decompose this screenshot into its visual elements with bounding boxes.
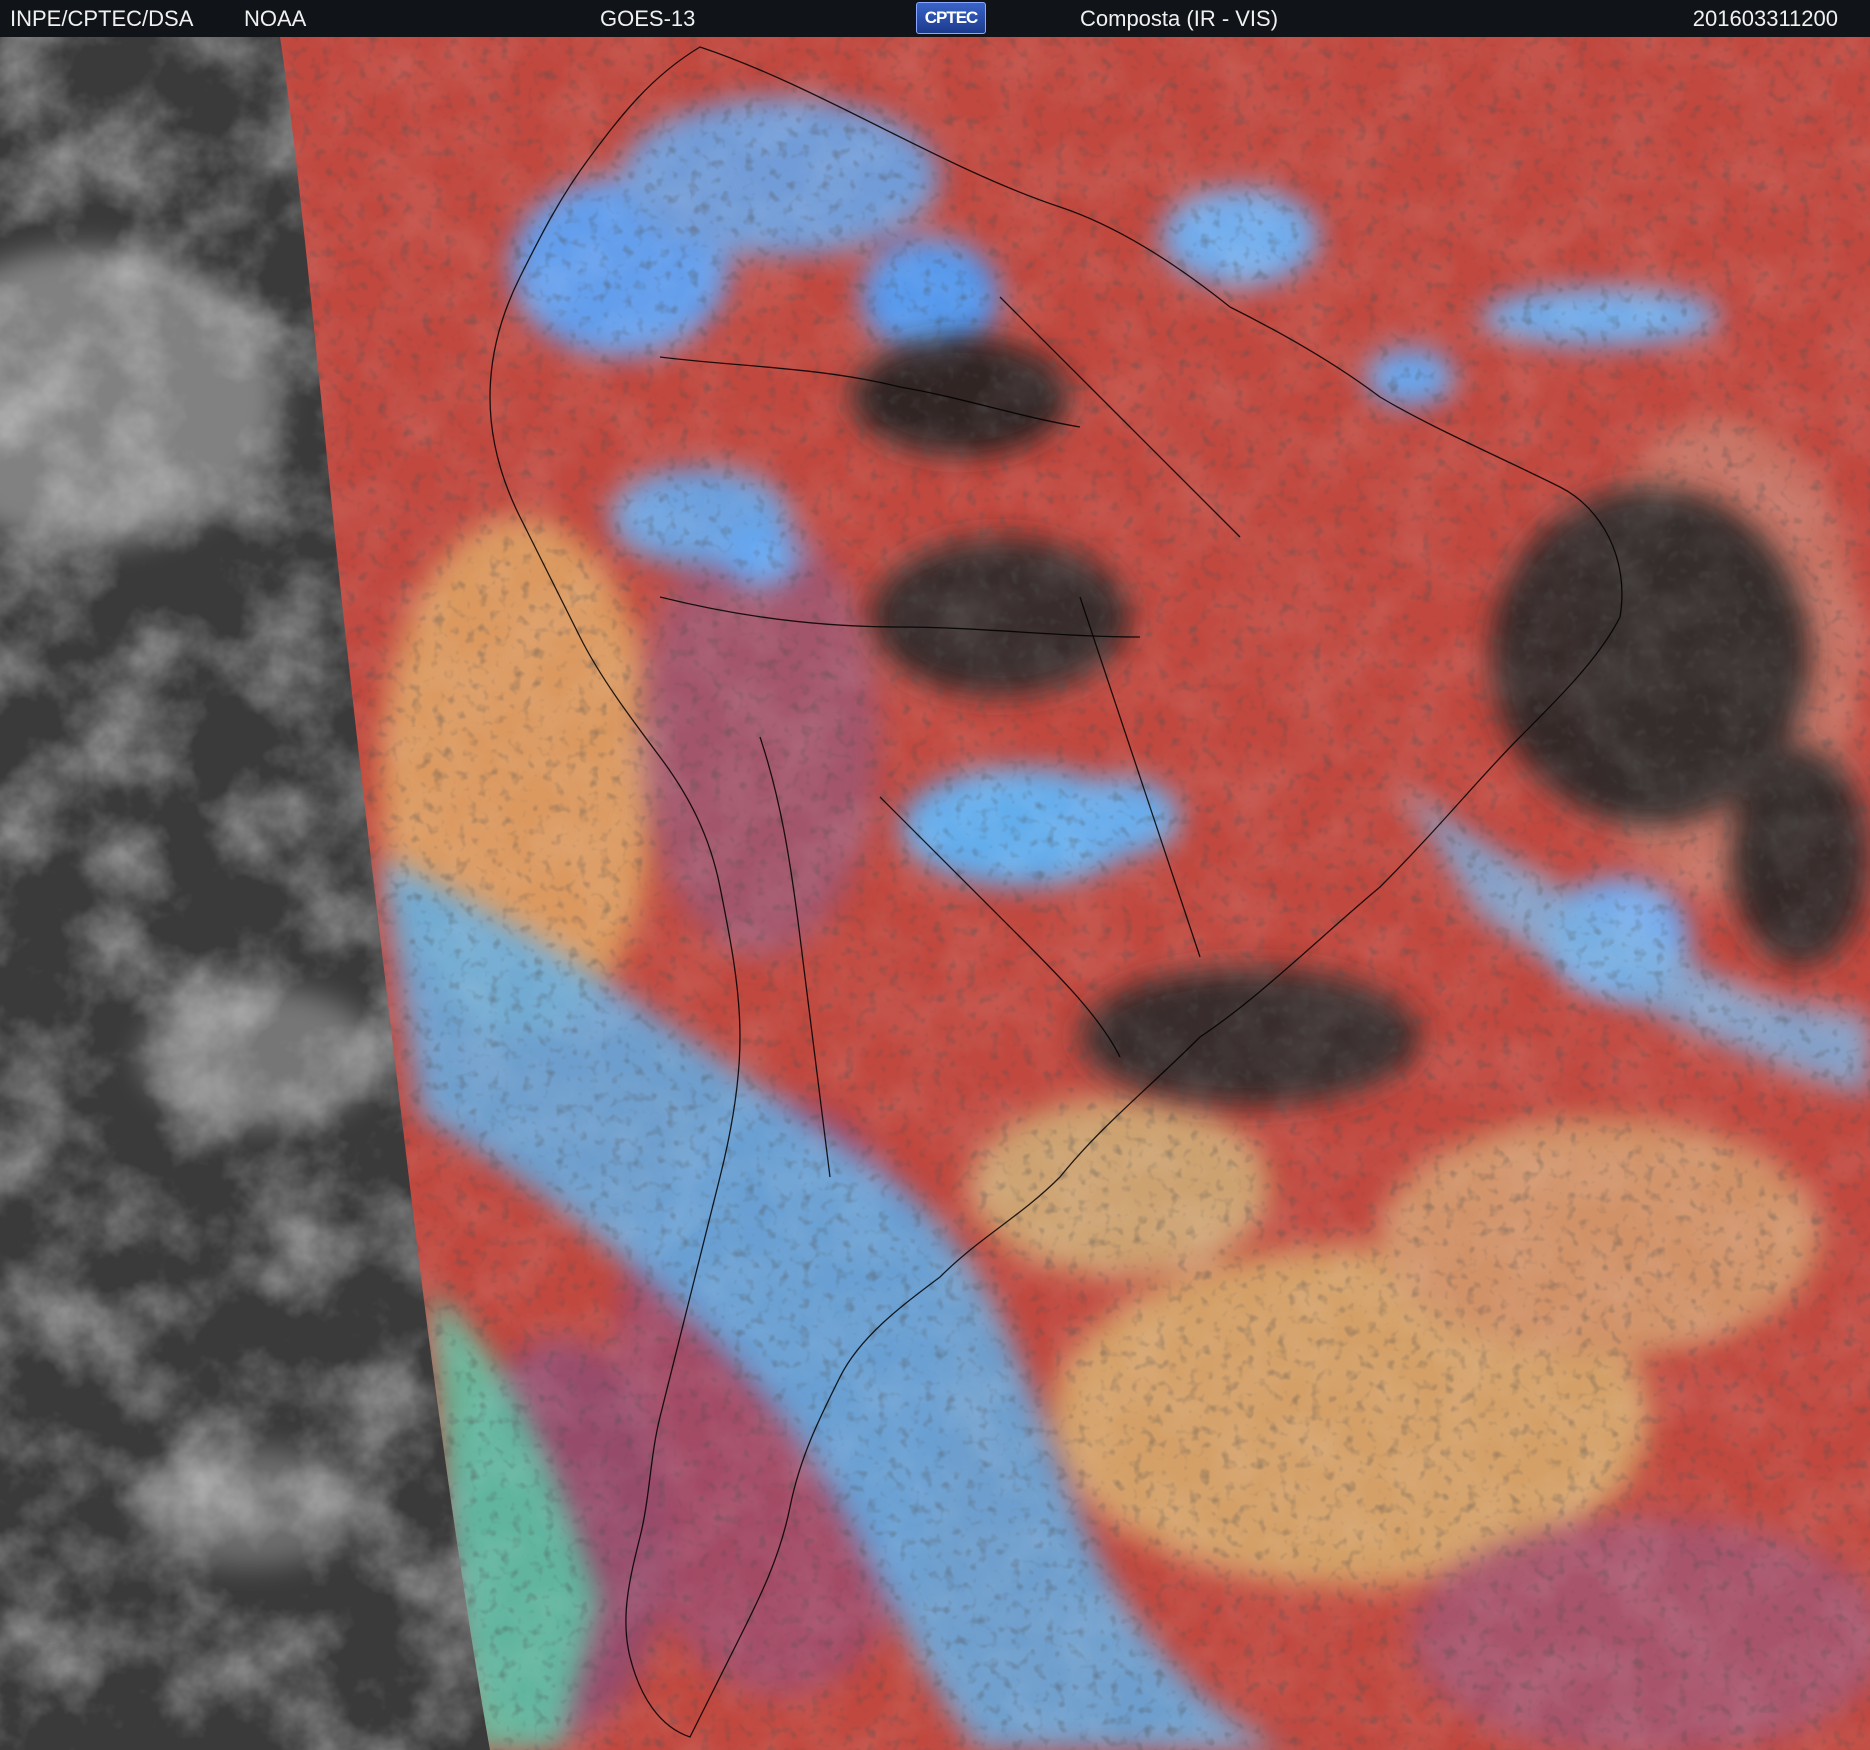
cptec-logo: CPTEC: [916, 2, 986, 34]
agency-label: NOAA: [244, 6, 307, 31]
composite-satellite-image: [0, 37, 1870, 1750]
organization-label: INPE/CPTEC/DSA: [10, 6, 194, 31]
satellite-image-frame: INPE/CPTEC/DSA NOAA GOES-13 CPTEC Compos…: [0, 0, 1870, 1750]
timestamp-label: 201603311200: [1692, 6, 1838, 31]
cptec-logo-text: CPTEC: [924, 8, 979, 27]
image-header-bar: INPE/CPTEC/DSA NOAA GOES-13 CPTEC Compos…: [0, 0, 1870, 37]
product-label: Composta (IR - VIS): [1080, 6, 1279, 31]
satellite-label: GOES-13: [600, 6, 696, 31]
